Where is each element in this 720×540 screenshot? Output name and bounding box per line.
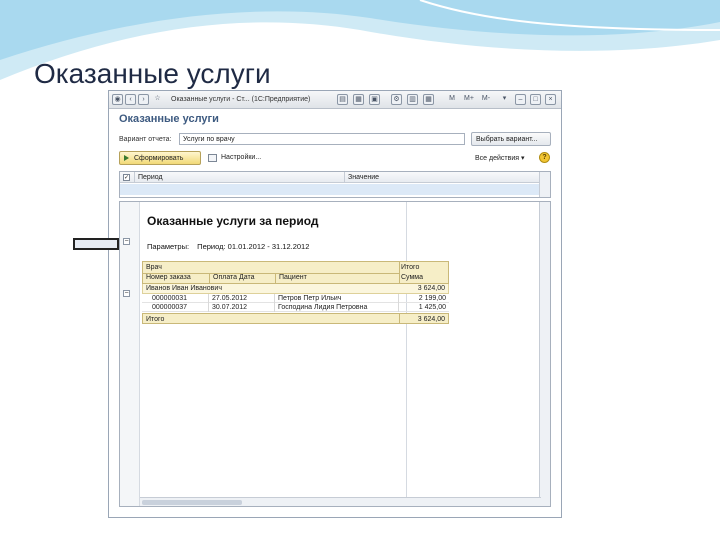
row-amount: 1 425,00 [418,304,446,311]
settings-grid-scrollbar[interactable] [539,172,550,197]
print-setup-icon[interactable]: ⚙ [391,94,402,105]
window-titlebar: ◉ ‹ › ☆ Оказанные услуги - Ст... (1С:Пре… [109,91,561,109]
patient-name: Господина Лидия Петровна [278,304,368,311]
cell-divider [208,294,209,303]
selected-cell[interactable] [73,238,119,250]
doctor-name: Иванов Иван Иванович [146,285,222,292]
minimize-icon[interactable]: – [515,94,526,105]
generate-button[interactable]: Сформировать [119,151,201,165]
report-horizontal-scrollbar[interactable] [140,497,541,506]
collapse-group-icon[interactable]: − [123,290,130,297]
header-divider [143,273,399,274]
settings-grid: ✓ Период Значение [119,171,551,198]
more-icon[interactable]: ▾ [499,94,510,105]
params-label: Параметры: [147,242,190,251]
total-amount: 3 624,00 [417,316,445,323]
header-divider [399,262,400,284]
row-amount: 2 199,00 [418,295,446,302]
doctor-amount: 3 624,00 [417,285,445,292]
slide-title: Оказанные услуги [34,58,271,89]
help-icon[interactable]: ? [539,152,550,163]
close-icon[interactable]: × [545,94,556,105]
variant-field[interactable]: Услуги по врачу [179,133,465,145]
select-variant-button[interactable]: Выбрать вариант... [471,132,551,146]
collapse-group-icon[interactable]: − [123,238,130,245]
header-total: Итого [401,264,420,271]
window-caption: Оказанные услуги - Ст... (1С:Предприятие… [171,96,311,103]
preview-icon[interactable]: ▣ [369,94,380,105]
order-number: 000000031 [152,295,188,302]
payment-date: 30.07.2012 [212,304,248,311]
settings-button[interactable]: Настройки... [208,151,261,165]
settings-icon [208,154,217,162]
table-row[interactable]: 000000037 30.07.2012 Господина Лидия Пет… [142,303,449,312]
app-menu-icon[interactable]: ◉ [112,94,123,105]
save-icon[interactable]: ▤ [337,94,348,105]
report-title: Оказанные услуги за период [147,214,319,228]
play-icon [124,155,129,161]
forward-icon[interactable]: › [138,94,149,105]
report-table-header: Врач Номер заказа Оплата Дата Пациент Ит… [142,261,449,284]
memory-mplus-icon[interactable]: M+ [461,94,477,105]
maximize-icon[interactable]: □ [530,94,541,105]
grid-column-period[interactable]: Период [134,172,344,183]
generate-label: Сформировать [134,155,184,162]
all-actions-menu[interactable]: Все действия ▾ [475,154,524,162]
payment-date: 27.05.2012 [212,295,248,302]
settings-label: Настройки... [221,154,262,161]
cell-divider [399,314,400,324]
settings-grid-row[interactable] [120,184,540,195]
header-divider [209,273,210,284]
header-payment-date: Оплата Дата [213,274,255,281]
total-row[interactable]: Итого 3 624,00 [142,313,449,324]
params-value: Период: 01.01.2012 - 31.12.2012 [197,242,310,251]
report-area: − − Оказанные услуги за период Параметры… [119,201,551,507]
memory-m-icon[interactable]: M [445,94,459,105]
variant-label: Вариант отчета: [119,136,172,143]
memory-mminus-icon[interactable]: M- [478,94,494,105]
report-vertical-scrollbar[interactable] [539,202,550,506]
report-gutter: − − [120,202,140,506]
report-parameters: Параметры: Период: 01.01.2012 - 31.12.20… [147,242,309,251]
header-divider [275,273,276,284]
patient-name: Петров Петр Ильич [278,295,342,302]
use-checkbox[interactable]: ✓ [123,174,130,181]
calendar-icon[interactable]: ▥ [407,94,418,105]
cell-divider [274,294,275,303]
form-title: Оказанные услуги [119,113,219,125]
header-amount: Сумма [401,274,423,281]
settings-grid-header: ✓ Период Значение [120,172,540,183]
scrollbar-thumb[interactable] [142,500,242,505]
cell-divider [274,303,275,312]
header-doctor: Врач [146,264,162,271]
cell-divider [398,303,399,312]
header-patient: Пациент [279,274,307,281]
cell-divider [208,303,209,312]
header-order-number: Номер заказа [146,274,191,281]
grid-column-value[interactable]: Значение [344,172,540,183]
order-number: 000000037 [152,304,188,311]
doctor-group-row[interactable]: Иванов Иван Иванович 3 624,00 [142,284,449,294]
table-row[interactable]: 000000031 27.05.2012 Петров Петр Ильич 2… [142,294,449,303]
print-icon[interactable]: ▦ [353,94,364,105]
report-window: ◉ ‹ › ☆ Оказанные услуги - Ст... (1С:Пре… [108,90,562,518]
total-label: Итого [146,316,165,323]
cell-divider [398,294,399,303]
column-divider [406,202,407,502]
calculator-icon[interactable]: ▦ [423,94,434,105]
back-icon[interactable]: ‹ [125,94,136,105]
favorite-star-icon[interactable]: ☆ [152,94,163,105]
